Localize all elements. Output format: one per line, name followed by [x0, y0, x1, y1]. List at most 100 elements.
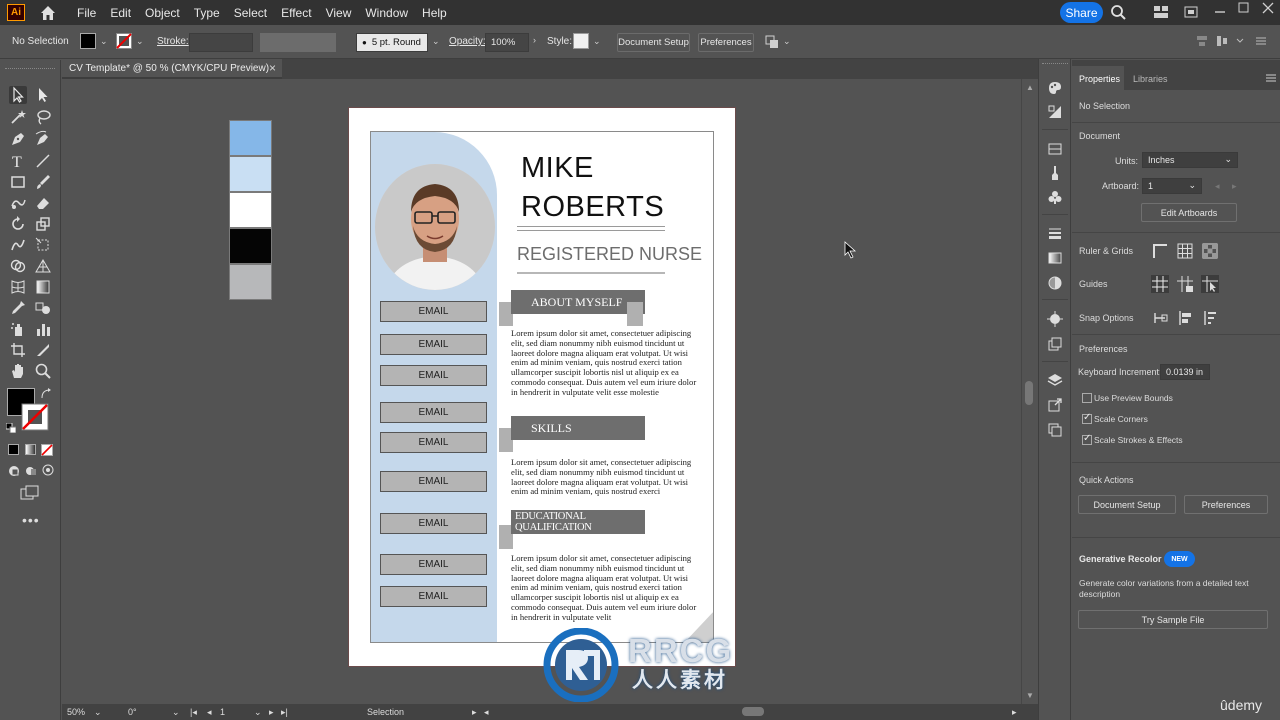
shaper-tool-icon[interactable] — [9, 194, 27, 212]
warp-tool-icon[interactable] — [9, 236, 27, 254]
swatch-black[interactable] — [229, 228, 272, 264]
strip-grip[interactable] — [1042, 63, 1068, 64]
free-transform-tool-icon[interactable] — [34, 236, 52, 254]
graphic-style-swatch[interactable] — [573, 33, 589, 49]
quick-preferences-button[interactable]: Preferences — [1184, 495, 1268, 514]
quick-document-setup-button[interactable]: Document Setup — [1078, 495, 1176, 514]
color-mode-icon[interactable] — [8, 444, 19, 455]
menu-view[interactable]: View — [326, 6, 352, 20]
eraser-tool-icon[interactable] — [34, 194, 52, 212]
preferences-button[interactable]: Preferences — [698, 33, 754, 52]
paintbrush-tool-icon[interactable] — [34, 173, 52, 191]
keyboard-increment-field[interactable]: 0.0139 in — [1160, 364, 1210, 380]
scrollbar-thumb[interactable] — [1025, 381, 1033, 405]
ruler-icon[interactable] — [1151, 242, 1169, 260]
color-guide-icon[interactable] — [1047, 104, 1063, 120]
rectangle-tool-icon[interactable] — [9, 173, 27, 191]
brushes-panel-icon[interactable] — [1047, 165, 1063, 181]
rotate-tool-icon[interactable] — [9, 215, 27, 233]
brush-definition-field[interactable]: ● 5 pt. Round — [356, 33, 428, 52]
arrange-chevron-icon[interactable]: ⌄ — [783, 36, 791, 47]
share-button[interactable]: Share — [1060, 2, 1103, 23]
artboard-dropdown[interactable]: 1 ⌄ — [1142, 178, 1202, 194]
slice-tool-icon[interactable] — [34, 341, 52, 359]
perspective-grid-tool-icon[interactable] — [34, 257, 52, 275]
menu-type[interactable]: Type — [194, 6, 220, 20]
hand-tool-icon[interactable] — [9, 362, 27, 380]
fill-chevron-icon[interactable]: ⌄ — [100, 36, 108, 47]
pen-tool-icon[interactable] — [9, 130, 27, 148]
column-graph-tool-icon[interactable] — [34, 320, 52, 338]
blend-tool-icon[interactable] — [34, 299, 52, 317]
curvature-tool-icon[interactable] — [34, 130, 52, 148]
control-menu-icon[interactable] — [1254, 34, 1268, 48]
lasso-tool-icon[interactable] — [34, 108, 52, 126]
status-menu-arrow-icon[interactable]: ▸ — [472, 707, 477, 718]
prev-artboard-icon[interactable]: ◂ — [207, 707, 212, 718]
hscroll-left-icon[interactable]: ◂ — [484, 707, 489, 718]
panel-menu-icon[interactable] — [1266, 73, 1276, 83]
zoom-tool-icon[interactable] — [34, 362, 52, 380]
mesh-tool-icon[interactable] — [9, 278, 27, 296]
stroke-label[interactable]: Stroke: — [157, 36, 189, 47]
transparency-grid-icon[interactable] — [1201, 242, 1219, 260]
edit-artboards-button[interactable]: Edit Artboards — [1141, 203, 1237, 222]
snap-to-glyph-icon[interactable] — [1201, 309, 1219, 327]
hscroll-right-icon[interactable]: ▸ — [1012, 707, 1017, 718]
maximize-icon[interactable] — [1236, 0, 1252, 16]
swatch-white[interactable] — [229, 192, 272, 228]
eyedropper-tool-icon[interactable] — [9, 299, 27, 317]
arrange-icon[interactable] — [764, 34, 780, 50]
variable-width-profile[interactable] — [260, 33, 336, 52]
gradient-panel-icon[interactable] — [1047, 250, 1063, 266]
swap-colors-icon[interactable] — [40, 388, 52, 400]
scale-tool-icon[interactable] — [34, 215, 52, 233]
scroll-up-icon[interactable]: ▲ — [1026, 83, 1034, 92]
snap-to-point-icon[interactable] — [1151, 309, 1169, 327]
align-icon[interactable] — [1195, 34, 1209, 48]
scale-strokes-checkbox[interactable] — [1082, 433, 1092, 445]
swatch-pale-blue[interactable] — [229, 156, 272, 192]
menu-help[interactable]: Help — [422, 6, 447, 20]
selection-tool-icon[interactable] — [9, 86, 27, 104]
next-artboard-icon[interactable]: ▸ — [1232, 181, 1237, 192]
tab-libraries[interactable]: Libraries — [1133, 74, 1168, 84]
direct-selection-tool-icon[interactable] — [34, 86, 52, 104]
menu-effect[interactable]: Effect — [281, 6, 311, 20]
menu-file[interactable]: File — [77, 6, 96, 20]
use-preview-bounds-checkbox[interactable] — [1082, 393, 1092, 403]
opacity-field[interactable]: 100% — [485, 33, 529, 52]
zoom-chevron-icon[interactable]: ⌄ — [94, 707, 102, 718]
draw-behind-icon[interactable] — [24, 464, 38, 478]
swatches-panel-icon[interactable] — [1047, 141, 1063, 157]
opacity-label[interactable]: Opacity: — [449, 36, 486, 47]
brush-chevron-icon[interactable]: ⌄ — [432, 36, 440, 47]
snap-to-pixel-icon[interactable] — [1176, 309, 1194, 327]
more-tools-icon[interactable]: ••• — [22, 512, 40, 528]
first-artboard-icon[interactable]: |◂ — [190, 707, 197, 718]
home-icon[interactable] — [39, 4, 57, 22]
document-tab[interactable]: CV Template* @ 50 % (CMYK/CPU Preview) × — [62, 59, 282, 79]
symbol-sprayer-tool-icon[interactable] — [9, 320, 27, 338]
stroke-color-box-none-icon[interactable] — [21, 403, 49, 431]
artboard-tool-icon[interactable] — [9, 341, 27, 359]
last-artboard-icon[interactable]: ▸| — [281, 707, 288, 718]
magic-wand-tool-icon[interactable] — [9, 108, 27, 126]
swatch-light-blue[interactable] — [229, 120, 272, 156]
panel-grip[interactable] — [1072, 60, 1280, 66]
vertical-scrollbar[interactable]: ▲ ▼ — [1021, 79, 1037, 704]
stroke-panel-icon[interactable] — [1047, 225, 1063, 241]
grid-icon[interactable] — [1176, 242, 1194, 260]
artboard-number[interactable]: 1 — [220, 707, 225, 717]
tab-close-icon[interactable]: × — [269, 61, 276, 75]
tools-grip[interactable] — [5, 68, 55, 70]
search-icon[interactable] — [1110, 4, 1126, 20]
restore-window-icon[interactable] — [1183, 4, 1199, 20]
stroke-swatch-none-icon[interactable] — [116, 33, 132, 49]
document-setup-button[interactable]: Document Setup — [617, 33, 690, 52]
draw-normal-icon[interactable] — [7, 464, 21, 478]
none-mode-icon[interactable] — [41, 444, 53, 456]
units-dropdown[interactable]: Inches ⌄ — [1142, 152, 1238, 168]
horizontal-scrollbar-thumb[interactable] — [742, 707, 764, 716]
zoom-level[interactable]: 50% — [67, 707, 85, 717]
